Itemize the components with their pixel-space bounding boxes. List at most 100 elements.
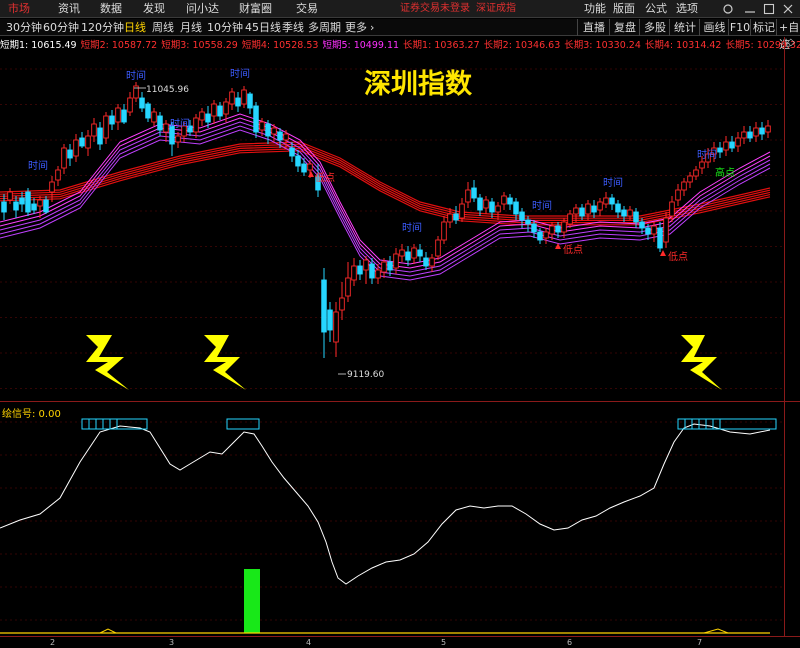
candle-body [543,231,549,239]
candle-body [235,97,241,107]
maximize-icon[interactable] [763,3,775,15]
candle-body [295,155,301,167]
candle-body [13,201,19,211]
tab-trade[interactable]: 交易 [296,0,318,18]
candle-body [205,113,211,123]
review-button[interactable]: 复盘 [609,19,640,36]
index-name-link[interactable]: 深证成指 [476,0,516,18]
period-daily[interactable]: 日线 [124,19,146,36]
candle-body [609,197,615,205]
candle-body [627,209,633,217]
candle-body [61,147,67,169]
period-30min[interactable]: 30分钟 [6,19,42,36]
candle-body [211,103,217,117]
candle-body [435,239,441,257]
candle-body [31,203,37,211]
refresh-icon[interactable] [722,3,734,15]
candle-body [109,115,115,125]
candle-body [615,203,621,213]
candle-body [729,141,735,149]
tab-data[interactable]: 数据 [100,0,122,18]
close-icon[interactable] [782,3,794,15]
tab-discover[interactable]: 发现 [143,0,165,18]
live-button[interactable]: 直播 [577,19,610,36]
candle-body [37,199,43,207]
tab-market[interactable]: 市场 [8,0,30,18]
mark-button[interactable]: 标记 [750,19,777,36]
time-label: 时间 [28,159,48,172]
candle-body [301,163,307,173]
candle-body [127,97,133,113]
period-quarterly[interactable]: 季线 [282,19,304,36]
candle-body [447,213,453,223]
candle-body [73,139,79,157]
ma-value: 短期5: 10499.11 [322,40,400,51]
candle-body [417,249,423,257]
candle-body [423,257,429,267]
candle-body [163,123,169,133]
candle-body [519,211,525,221]
signal-boxes [81,418,777,430]
lightning-icon [681,335,722,390]
candle-body [723,141,729,151]
diamond-icon[interactable]: ◇ [787,37,795,48]
candle-body [67,149,73,159]
ma-value: 短期1: 10615.49 [0,40,77,51]
candle-body [411,247,417,259]
add-watchlist-button[interactable]: +自选 [776,19,800,51]
f10-button[interactable]: F10 [728,19,751,36]
candle-body [145,103,151,119]
ma-legend: 短期1: 10615.49 短期2: 10587.72 短期3: 10558.29 短… [0,37,800,51]
draw-line-button[interactable]: 画线 [699,19,729,36]
price-chart[interactable]: 时间 时间 时间 时间 时间 时间 时间 时间 低点 低点 低点 高点 1104… [0,52,784,401]
candle-body [693,169,699,177]
period-60min[interactable]: 60分钟 [43,19,79,36]
candle-body [91,123,97,137]
low-point-label: 低点 [668,250,688,263]
indicator-chart[interactable] [0,402,784,635]
period-10min[interactable]: 10分钟 [207,19,243,36]
tab-options[interactable]: 选项 [676,0,698,18]
tab-ask-xiaoda[interactable]: 问小达 [186,0,219,18]
candle-body [753,127,759,137]
indicator-grid [0,421,784,621]
candle-body [441,221,447,241]
candle-body [139,97,145,109]
stats-button[interactable]: 统计 [669,19,700,36]
candle-body [765,125,771,133]
chevron-right-icon[interactable]: › [370,19,374,36]
candle-body [121,109,127,123]
candle-body [597,201,603,211]
candle-body [555,225,561,233]
multi-stock-button[interactable]: 多股 [639,19,670,36]
candle-body [591,205,597,213]
period-more[interactable]: 更多 [345,19,367,36]
time-label: 时间 [230,67,250,80]
candle-body [501,195,507,205]
minimize-icon[interactable] [744,4,756,14]
candle-body [651,225,657,235]
tab-functions[interactable]: 功能 [584,0,606,18]
tab-wealth-circle[interactable]: 财富圈 [239,0,272,18]
period-monthly[interactable]: 月线 [180,19,202,36]
tab-formula[interactable]: 公式 [645,0,667,18]
candle-body [175,135,181,143]
candle-body [241,89,247,105]
period-weekly[interactable]: 周线 [152,19,174,36]
right-axis [784,37,800,636]
candle-body [495,205,501,213]
long-ma-line [0,145,771,221]
candle-body [579,207,585,217]
candle-body [327,309,333,331]
indicator-line [0,423,771,585]
candle-body [387,261,393,271]
login-status[interactable]: 证券交易未登录 [400,0,470,18]
tab-news[interactable]: 资讯 [58,0,80,18]
period-120min[interactable]: 120分钟 [81,19,124,36]
period-multi[interactable]: 多周期 [308,19,341,36]
candle-body [465,189,471,203]
signal-box [719,418,777,430]
signal-label: 绘信号: 0.00 [2,409,61,420]
period-45day[interactable]: 45日线 [245,19,281,36]
tab-layout[interactable]: 版面 [613,0,635,18]
